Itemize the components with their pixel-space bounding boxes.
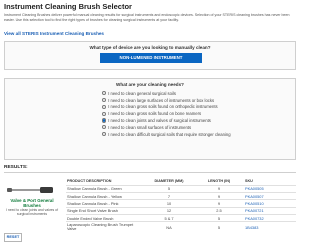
table-row: Double Ended Valve Brush 5 & 7 5 PKA0073… [66,214,296,222]
page-title: Instrument Cleaning Brush Selector [4,2,132,11]
radio-button[interactable] [102,104,107,110]
cell-length: 9 [194,199,244,208]
cell-length: 9 [194,191,244,200]
table-row: Shallow Cannula Brush - Yellow 7 9 PKA00… [66,191,296,200]
cell-diameter: 5 & 7 [144,214,194,222]
results-table: PRODUCT DESCRIPTION DIAMETER (MM) LENGTH… [66,177,296,232]
brush-image [7,187,53,193]
sku-link[interactable]: PKA00510 [245,201,264,206]
sku-link[interactable]: PKA00721 [245,208,264,213]
sku-link[interactable]: PKA00507 [245,194,264,199]
cleaning-need-label: I need to clean gross soils found on bon… [108,111,202,117]
sku-link[interactable]: PKA00732 [245,216,264,221]
non-lumened-instrument-button[interactable]: NON-LUMENED INSTRUMENT [100,53,202,63]
cell-length: 5 [194,214,244,222]
cell-diameter: 7 [144,191,194,200]
table-row: Single End Short Valve Brush 12 2.5 PKA0… [66,206,296,215]
cleaning-need-label: I need to clean difficult surgical soils… [108,131,231,137]
intro-text: Instrument Cleaning Brushes deliver powe… [4,13,290,22]
radio-button[interactable] [102,91,107,96]
product-card: Valve & Port General Brushes I need to c… [4,183,60,216]
table-row: Shallow Cannula Brush - Green 5 9 PKA005… [66,184,296,193]
radio-button[interactable] [102,118,107,123]
product-name: Valve & Port General Brushes [10,198,54,208]
cleaning-need-option[interactable]: I need to clean difficult surgical soils… [102,131,231,138]
cleaning-need-label: I need to clean large surfaces of instru… [108,97,215,103]
sku-link[interactable]: 1B4383 [245,225,258,230]
cell-description: Shallow Cannula Brush - Yellow [66,191,144,200]
cleaning-needs-list: I need to clean general surgical soils I… [102,90,231,138]
cell-description: Shallow Cannula Brush - Green [66,184,144,193]
column-header-description: PRODUCT DESCRIPTION [67,178,112,183]
cell-diameter: 10 [144,199,194,208]
sku-link[interactable]: PKA00505 [245,186,264,191]
cell-description: Shallow Cannula Brush - Pink [66,199,144,208]
cell-length: 5 [194,221,244,232]
cleaning-need-label: I need to clean joints and valves of sur… [108,118,211,124]
cleaning-need-option[interactable]: I need to clean large surfaces of instru… [102,97,231,104]
cleaning-needs-question: What are your cleaning needs? I need to … [4,78,296,160]
device-type-question: What type of device are you looking to m… [4,41,296,70]
results-divider [4,172,296,173]
results-heading: RESULTS: [4,165,28,170]
column-header-diameter: DIAMETER (MM) [154,178,184,183]
cleaning-need-option[interactable]: I need to clean general surgical soils [102,90,231,97]
table-row: Shallow Cannula Brush - Pink 10 9 PKA005… [66,199,296,208]
product-note: I need to clean joints and valves of sur… [5,208,59,216]
radio-button[interactable] [102,132,107,137]
cell-diameter: 12 [144,206,194,215]
radio-button[interactable] [102,125,107,130]
cleaning-need-label: I need to clean gross soils found on ort… [108,104,218,110]
radio-button[interactable] [102,98,107,103]
cleaning-need-label: I need to clean small surfaces of instru… [108,124,192,130]
column-header-length: LENGTH (IN) [207,178,231,183]
cleaning-need-label: I need to clean general surgical soils [108,90,176,96]
cleaning-need-option[interactable]: I need to clean gross soils found on ort… [102,104,231,111]
cell-description: Double Ended Valve Brush [66,214,144,222]
cleaning-need-option[interactable]: I need to clean gross soils found on bon… [102,110,231,117]
cell-length: 9 [194,184,244,193]
column-header-sku: SKU [245,178,253,183]
cell-diameter: 5 [144,184,194,193]
cleaning-need-option[interactable]: I need to clean joints and valves of sur… [102,117,231,124]
cleaning-need-option[interactable]: I need to clean small surfaces of instru… [102,124,231,131]
table-row: Laparoscopic Cleaning Brush Trumpet Valv… [66,221,296,232]
device-type-question-title: What type of device are you looking to m… [89,45,211,50]
cell-length: 2.5 [194,206,244,215]
reset-button[interactable]: RESET [4,233,22,242]
radio-button[interactable] [102,111,107,116]
cleaning-needs-question-title: What are your cleaning needs? [116,82,184,87]
cell-description: Laparoscopic Cleaning Brush Trumpet Valv… [66,221,144,232]
cell-description: Single End Short Valve Brush [66,206,144,215]
view-all-brushes-link[interactable]: View all STERIS Instrument Cleaning Brus… [4,31,104,36]
table-header-row: PRODUCT DESCRIPTION DIAMETER (MM) LENGTH… [66,177,296,185]
cell-diameter: NA [144,221,194,232]
